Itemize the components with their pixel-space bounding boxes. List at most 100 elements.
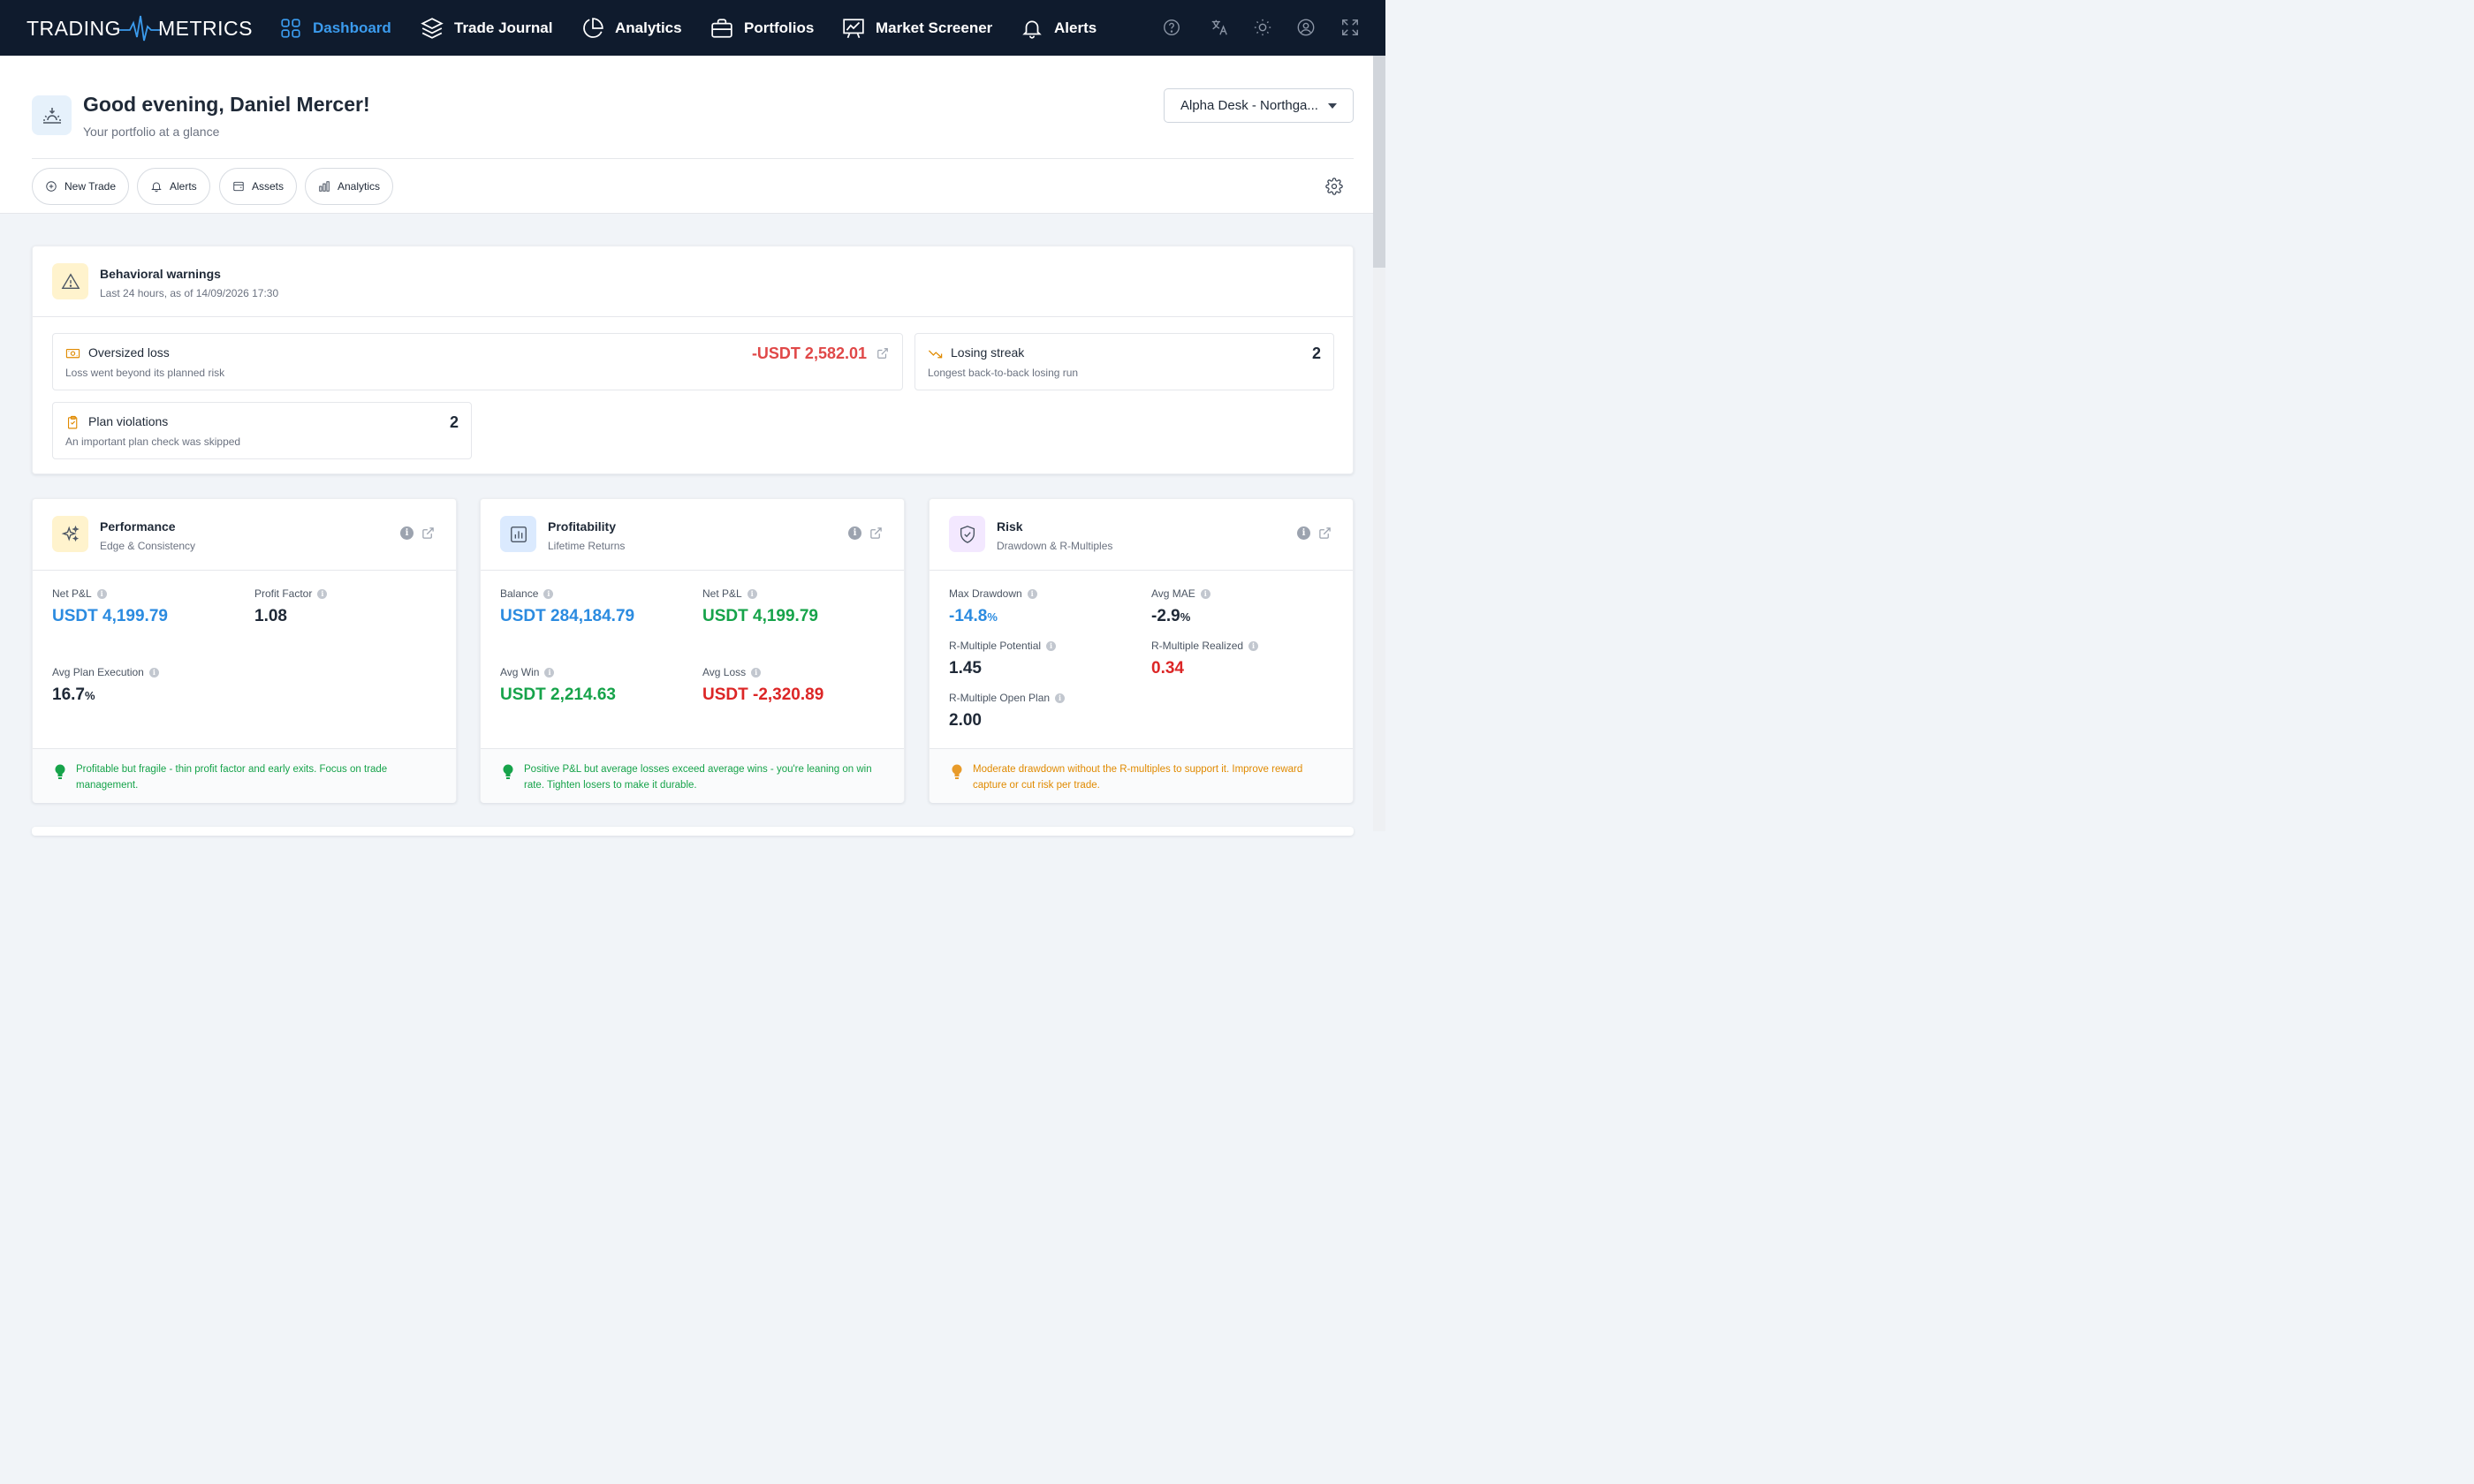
external-link-icon[interactable]: [869, 526, 883, 540]
info-icon[interactable]: i: [148, 667, 159, 678]
nav-item-market-screener[interactable]: Market Screener: [842, 0, 992, 56]
metric-value: -2.9: [1151, 607, 1180, 625]
assets-button[interactable]: Assets: [219, 168, 298, 205]
external-link-icon[interactable]: [421, 526, 435, 540]
risk-insight: Moderate drawdown without the R-multiple…: [930, 748, 1353, 803]
trend-down-icon: [928, 350, 943, 359]
warning-desc: Longest back-to-back losing run: [928, 367, 1079, 379]
nav-item-trade-journal[interactable]: Trade Journal: [421, 0, 552, 56]
warnings-title: Behavioral warnings: [100, 267, 221, 281]
warning-oversized-loss[interactable]: Oversized loss Loss went beyond its plan…: [52, 333, 903, 390]
info-icon[interactable]: i: [317, 588, 328, 599]
metric-label: Net P&L: [52, 587, 92, 600]
nav-item-label: Dashboard: [313, 19, 391, 36]
risk-icon-box: [949, 516, 985, 552]
alerts-label: Alerts: [170, 180, 197, 193]
info-icon[interactable]: i: [751, 667, 762, 678]
sunset-icon: [42, 107, 61, 124]
nav-item-portfolios[interactable]: Portfolios: [710, 0, 814, 56]
info-icon[interactable]: i: [1200, 588, 1210, 599]
greeting-title: Good evening, Daniel Mercer!: [83, 93, 370, 116]
info-icon[interactable]: i: [1027, 588, 1037, 599]
new-trade-button[interactable]: New Trade: [32, 168, 130, 205]
metric-value: 1.45: [949, 659, 982, 678]
scrollbar-thumb[interactable]: [1373, 56, 1385, 268]
account-select[interactable]: Alpha Desk - Northga...: [1164, 88, 1354, 123]
metric-label: Profit Factor: [254, 587, 313, 600]
info-icon[interactable]: i: [1297, 526, 1310, 540]
top-navigation: TRADING METRICS Dashboard Trade Journal …: [0, 0, 1385, 56]
info-icon[interactable]: i: [848, 526, 861, 540]
metric-value: 2.00: [949, 711, 982, 730]
nav-item-label: Market Screener: [876, 19, 993, 36]
warning-icon-box: [52, 263, 88, 299]
metric-value: USDT 4,199.79: [702, 607, 818, 625]
profitability-card: Profitability Lifetime Returns i Balance…: [480, 498, 905, 803]
fullscreen-icon[interactable]: [1340, 18, 1360, 37]
scrollbar-lower[interactable]: [1373, 268, 1385, 831]
metric-r-multiple-realized: R-Multiple Realized i 0.34: [1151, 640, 1259, 678]
performance-title: Performance: [100, 519, 176, 534]
info-icon[interactable]: i: [400, 526, 414, 540]
warning-desc: Loss went beyond its planned risk: [65, 367, 225, 379]
gear-icon[interactable]: [1325, 178, 1343, 195]
info-icon[interactable]: i: [1248, 640, 1259, 651]
metric-value: 16.7: [52, 685, 85, 704]
lightbulb-icon: [55, 764, 65, 779]
metric-avg-mae: Avg MAE i -2.9%: [1151, 587, 1210, 626]
external-link-icon[interactable]: [1318, 526, 1332, 540]
metric-label: Avg Win: [500, 666, 540, 678]
info-icon[interactable]: i: [747, 588, 757, 599]
metric-value: USDT 4,199.79: [52, 607, 168, 625]
performance-icon-box: [52, 516, 88, 552]
clipboard-icon: [67, 415, 78, 429]
info-icon[interactable]: i: [1055, 693, 1066, 703]
card-divider: [930, 570, 1353, 571]
warning-losing-streak[interactable]: Losing streak Longest back-to-back losin…: [914, 333, 1334, 390]
risk-title: Risk: [997, 519, 1023, 534]
profitability-insight: Positive P&L but average losses exceed a…: [481, 748, 904, 803]
nav-item-analytics[interactable]: Analytics: [581, 0, 682, 56]
metric-avg-win: Avg Win i USDT 2,214.63: [500, 666, 616, 705]
nav-item-label: Analytics: [615, 19, 682, 36]
profitability-subtitle: Lifetime Returns: [548, 540, 626, 552]
info-icon[interactable]: i: [1046, 640, 1057, 651]
metric-value: USDT -2,320.89: [702, 685, 824, 704]
info-icon[interactable]: i: [96, 588, 107, 599]
sun-icon[interactable]: [1253, 18, 1272, 37]
alerts-button[interactable]: Alerts: [137, 168, 210, 205]
risk-card: Risk Drawdown & R-Multiples i Max Drawdo…: [929, 498, 1354, 803]
translate-icon[interactable]: [1210, 18, 1229, 37]
app-logo[interactable]: TRADING METRICS: [27, 12, 253, 44]
info-icon[interactable]: i: [544, 667, 555, 678]
greeting-subtitle: Your portfolio at a glance: [83, 125, 220, 139]
help-icon[interactable]: [1162, 18, 1181, 37]
metric-label: Balance: [500, 587, 539, 600]
warnings-divider: [33, 316, 1353, 317]
metric-label: Avg Plan Execution: [52, 666, 144, 678]
next-card-edge: [32, 827, 1354, 836]
lightbulb-icon: [952, 764, 962, 779]
analytics-button[interactable]: Analytics: [305, 168, 394, 205]
warning-value: 2: [1311, 344, 1321, 362]
account-select-value: Alpha Desk - Northga...: [1180, 98, 1318, 113]
metric-label: R-Multiple Open Plan: [949, 692, 1051, 704]
info-icon[interactable]: i: [543, 588, 554, 599]
metric-value: 0.34: [1151, 659, 1184, 678]
nav-item-dashboard[interactable]: Dashboard: [279, 0, 391, 56]
sparkles-icon: [61, 525, 80, 541]
metric-max-drawdown: Max Drawdown i -14.8%: [949, 587, 1037, 626]
nav-item-alerts[interactable]: Alerts: [1021, 0, 1097, 56]
grid-icon: [281, 18, 300, 38]
external-link-icon[interactable]: [877, 347, 889, 360]
warning-value: -USDT 2,582.01: [751, 344, 867, 362]
bell-icon: [1022, 20, 1042, 39]
analytics-label: Analytics: [338, 180, 381, 193]
card-actions: i: [1297, 526, 1332, 540]
new-trade-label: New Trade: [65, 180, 117, 193]
nav-item-label: Alerts: [1054, 19, 1097, 36]
logo-text-right: METRICS: [158, 16, 253, 40]
plus-circle-icon: [46, 181, 57, 192]
user-icon[interactable]: [1296, 18, 1316, 37]
warning-plan-violations[interactable]: Plan violations An important plan check …: [52, 402, 472, 459]
